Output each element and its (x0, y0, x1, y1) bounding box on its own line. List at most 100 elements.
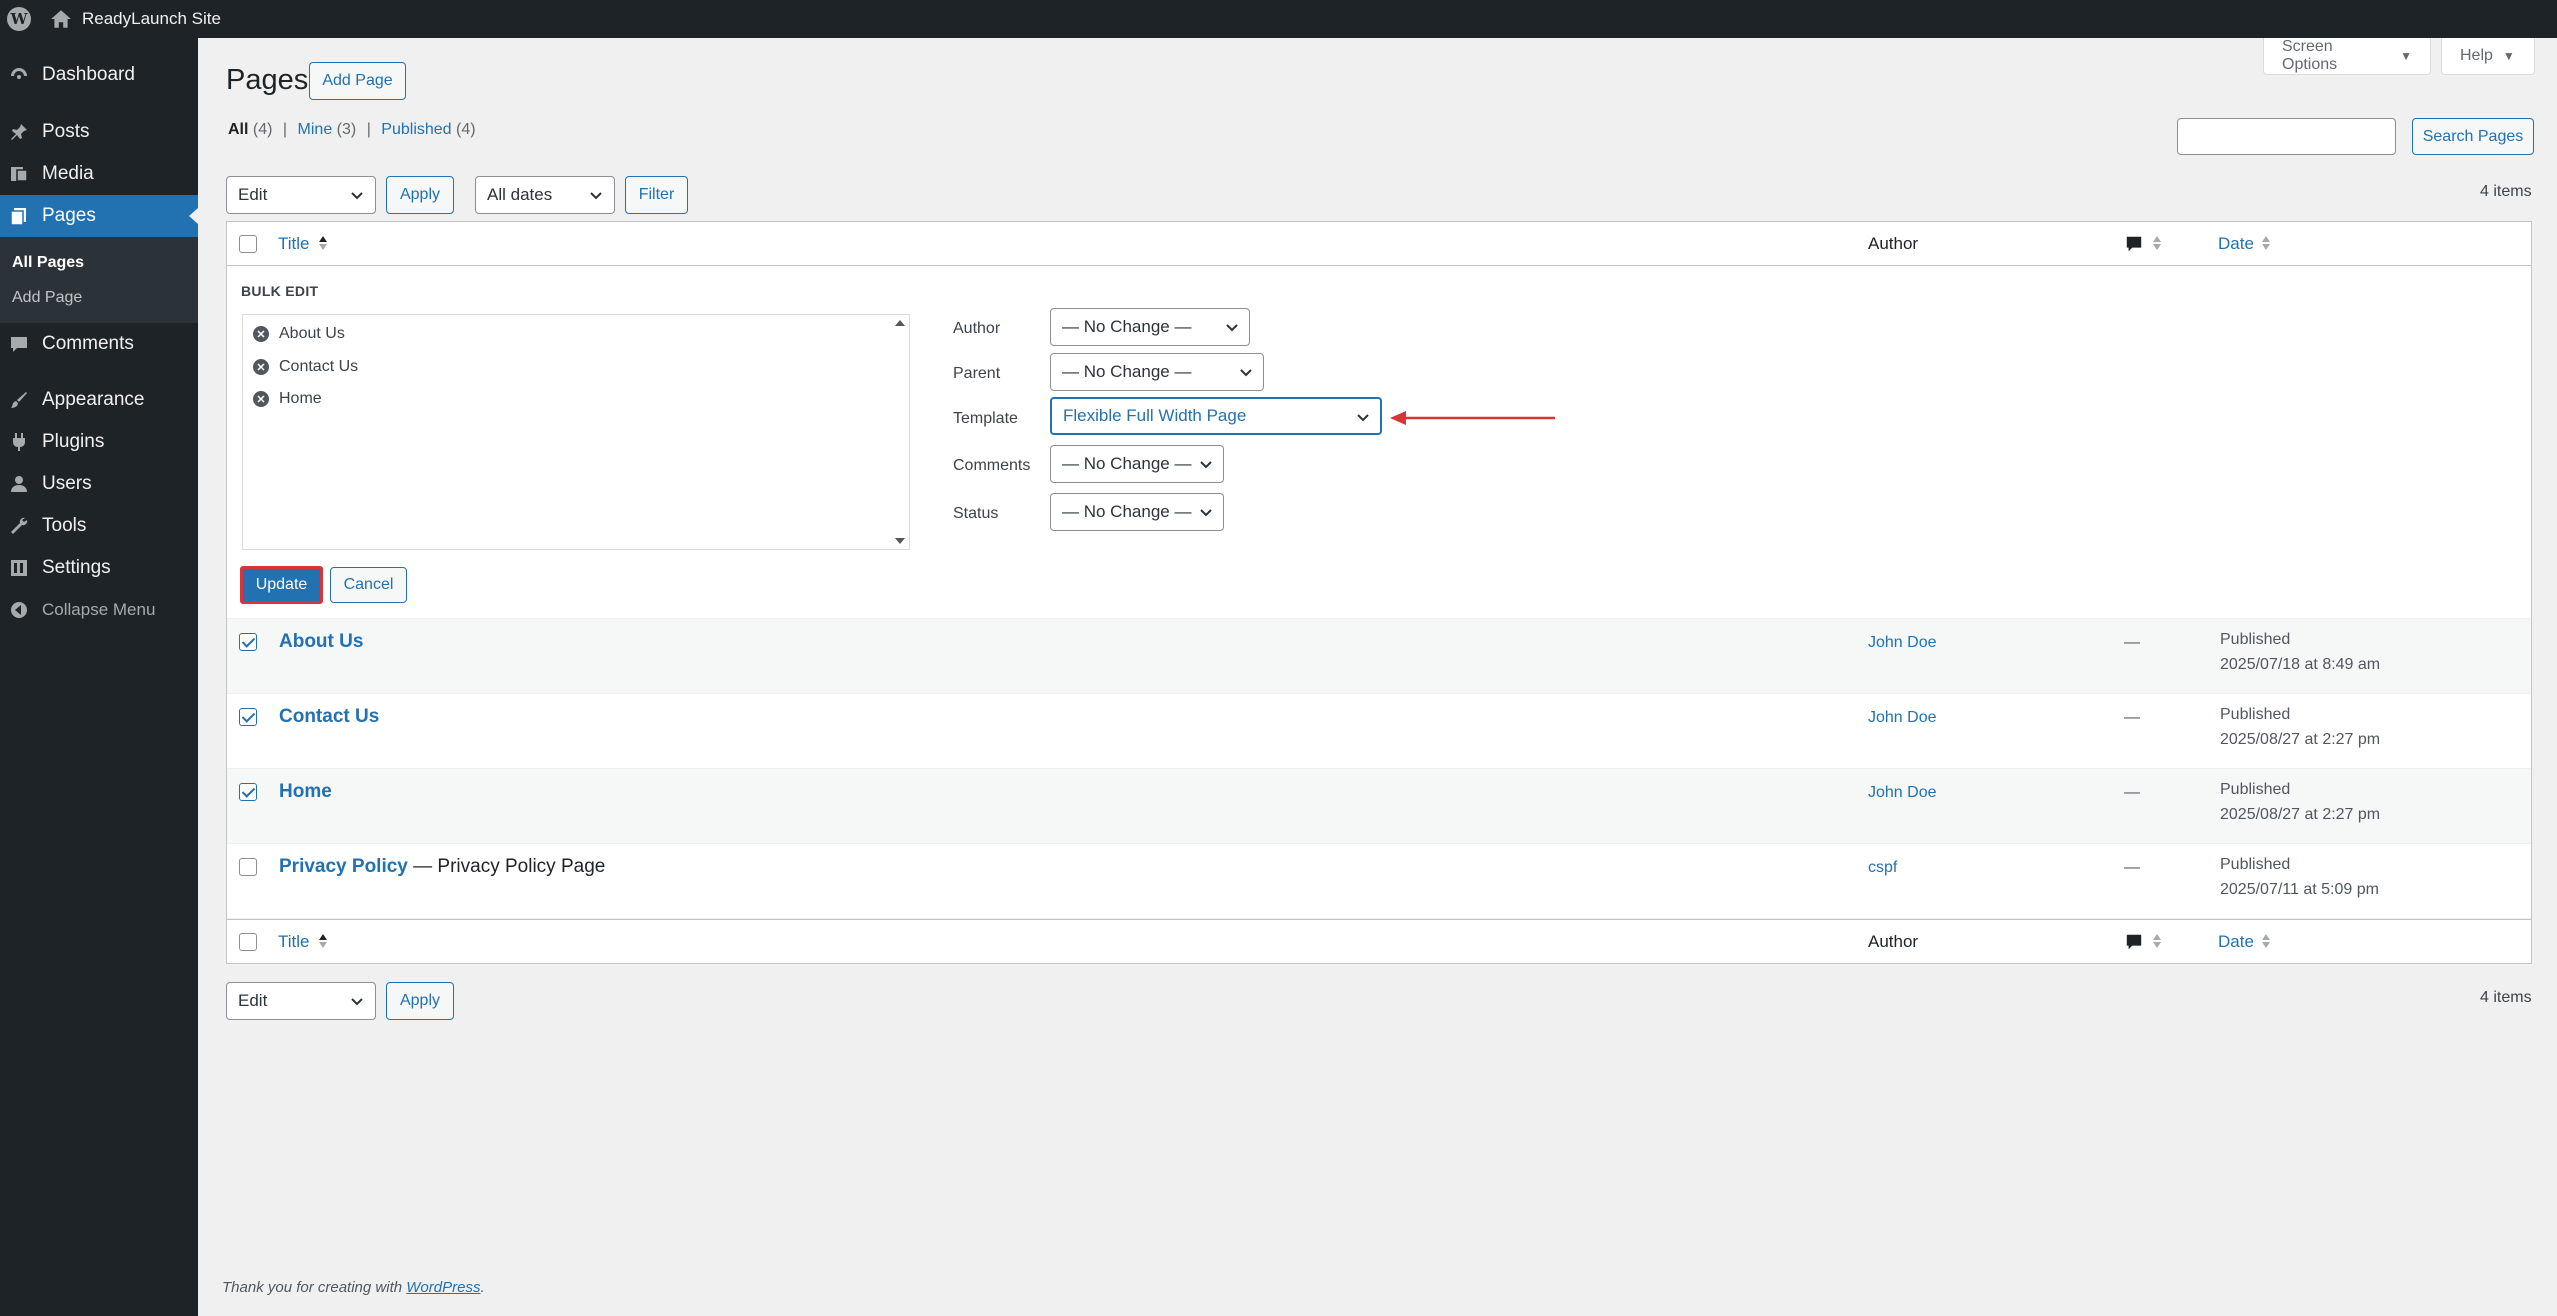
row-checkbox[interactable] (239, 708, 257, 726)
scroll-down-arrow-icon[interactable] (895, 538, 905, 544)
comment-bubble-icon[interactable] (2125, 235, 2143, 253)
table-row: About Us John Doe — Published 2025/07/18… (227, 619, 2531, 694)
admin-sidebar: Dashboard Posts Media Pages All Pages Ad… (0, 38, 198, 1316)
author-link[interactable]: John Doe (1868, 634, 1937, 652)
row-checkbox[interactable] (239, 633, 257, 651)
select-all-checkbox[interactable] (239, 235, 257, 253)
add-page-button[interactable]: Add Page (309, 62, 406, 100)
apply-button-bottom[interactable]: Apply (386, 982, 454, 1020)
title-column-footer[interactable]: Title (278, 932, 310, 952)
bulk-edit-panel: BULK EDIT ✕ About Us ✕ Contact Us ✕ Home Au… (227, 266, 2531, 619)
parent-select[interactable]: — No Change — (1050, 353, 1264, 391)
author-link[interactable]: cspf (1868, 859, 1897, 877)
sidebar-item-plugins[interactable]: Plugins (0, 421, 198, 463)
date-filter-select[interactable]: All dates (475, 176, 615, 214)
brush-icon (8, 389, 30, 411)
site-name-link[interactable]: ReadyLaunch Site (50, 8, 221, 30)
remove-circle-icon[interactable]: ✕ (253, 326, 269, 342)
page-title-link[interactable]: Contact Us (279, 706, 379, 727)
chevron-down-icon (1357, 414, 1369, 422)
chevron-down-icon (1226, 324, 1238, 332)
author-select[interactable]: — No Change — (1050, 308, 1250, 346)
pages-icon (8, 205, 30, 227)
sidebar-item-settings[interactable]: Settings (0, 547, 198, 589)
sort-icon (319, 934, 327, 948)
bulk-edit-items-list[interactable]: ✕ About Us ✕ Contact Us ✕ Home (242, 314, 910, 550)
sort-icon (2153, 236, 2161, 250)
annotation-arrow-icon (1390, 411, 1555, 425)
bulk-edit-item: ✕ Contact Us (253, 356, 358, 378)
author-link[interactable]: John Doe (1868, 709, 1937, 727)
page-title-link[interactable]: Privacy Policy (279, 856, 408, 877)
sidebar-item-dashboard[interactable]: Dashboard (0, 55, 198, 95)
caret-down-icon: ▼ (2400, 49, 2412, 63)
submenu-add-page[interactable]: Add Page (0, 280, 198, 315)
pages-submenu: All Pages Add Page (0, 237, 198, 323)
comment-count: — (2124, 634, 2140, 651)
author-link[interactable]: John Doe (1868, 784, 1937, 802)
pin-icon (8, 121, 30, 143)
wordpress-logo-icon[interactable]: W (0, 0, 38, 38)
scroll-up-arrow-icon[interactable] (895, 320, 905, 326)
post-status: Published (2220, 631, 2291, 648)
wrench-icon (8, 515, 30, 537)
search-input[interactable] (2177, 118, 2396, 155)
bulk-actions-select[interactable]: Edit (226, 176, 376, 214)
sidebar-item-posts[interactable]: Posts (0, 111, 198, 153)
post-date: 2025/08/27 at 2:27 pm (2220, 731, 2381, 748)
comment-count: — (2124, 859, 2140, 876)
media-icon (8, 163, 30, 185)
sidebar-item-pages[interactable]: Pages (0, 195, 198, 237)
comment-bubble-icon[interactable] (2125, 933, 2143, 951)
view-filters: All (4) | Mine (3) | Published (4) (228, 121, 476, 138)
row-checkbox[interactable] (239, 858, 257, 876)
sort-icon (2262, 934, 2270, 948)
filter-button[interactable]: Filter (625, 176, 688, 214)
search-pages-button[interactable]: Search Pages (2412, 118, 2534, 155)
title-column-header[interactable]: Title (278, 234, 310, 254)
view-published-link[interactable]: Published (4) (381, 121, 475, 138)
apply-button[interactable]: Apply (386, 176, 454, 214)
post-status: Published (2220, 781, 2291, 798)
plugin-icon (8, 431, 30, 453)
view-all-link[interactable]: All (4) (228, 121, 272, 138)
row-checkbox[interactable] (239, 783, 257, 801)
sidebar-collapse-menu[interactable]: Collapse Menu (0, 589, 198, 631)
chevron-down-icon (351, 998, 363, 1006)
view-mine-link[interactable]: Mine (3) (298, 121, 357, 138)
page-title-link[interactable]: Home (279, 781, 332, 802)
cancel-button[interactable]: Cancel (330, 567, 407, 603)
status-select[interactable]: — No Change — (1050, 493, 1224, 531)
sidebar-item-media[interactable]: Media (0, 153, 198, 195)
wordpress-link[interactable]: WordPress (406, 1279, 480, 1296)
user-icon (8, 473, 30, 495)
table-row: Home John Doe — Published 2025/08/27 at … (227, 769, 2531, 844)
select-all-checkbox[interactable] (239, 933, 257, 951)
post-date: 2025/07/18 at 8:49 am (2220, 656, 2381, 673)
bulk-edit-title: BULK EDIT (241, 283, 319, 299)
chevron-down-icon (1200, 509, 1212, 517)
sidebar-item-tools[interactable]: Tools (0, 505, 198, 547)
date-column-footer[interactable]: Date (2218, 932, 2254, 952)
remove-circle-icon[interactable]: ✕ (253, 391, 269, 407)
main-content: Screen Options ▼ Help ▼ Pages Add Page All… (198, 38, 2557, 1316)
home-icon (51, 10, 71, 28)
page-title-link[interactable]: About Us (279, 631, 363, 652)
remove-circle-icon[interactable]: ✕ (253, 359, 269, 375)
help-button[interactable]: Help ▼ (2441, 38, 2535, 75)
screen-options-button[interactable]: Screen Options ▼ (2263, 38, 2431, 75)
sidebar-item-users[interactable]: Users (0, 463, 198, 505)
bulk-actions-select-bottom[interactable]: Edit (226, 982, 376, 1020)
comments-select[interactable]: — No Change — (1050, 445, 1224, 483)
sort-icon (2153, 934, 2161, 948)
post-status: Published (2220, 706, 2291, 723)
date-column-header[interactable]: Date (2218, 234, 2254, 254)
items-count: 4 items (2480, 183, 2532, 200)
sort-icon (2262, 236, 2270, 250)
submenu-all-pages[interactable]: All Pages (0, 245, 198, 280)
sidebar-item-comments[interactable]: Comments (0, 323, 198, 365)
template-select[interactable]: Flexible Full Width Page (1050, 397, 1382, 435)
sidebar-item-appearance[interactable]: Appearance (0, 379, 198, 421)
status-field-label: Status (953, 505, 999, 522)
update-button[interactable]: Update (240, 566, 323, 604)
